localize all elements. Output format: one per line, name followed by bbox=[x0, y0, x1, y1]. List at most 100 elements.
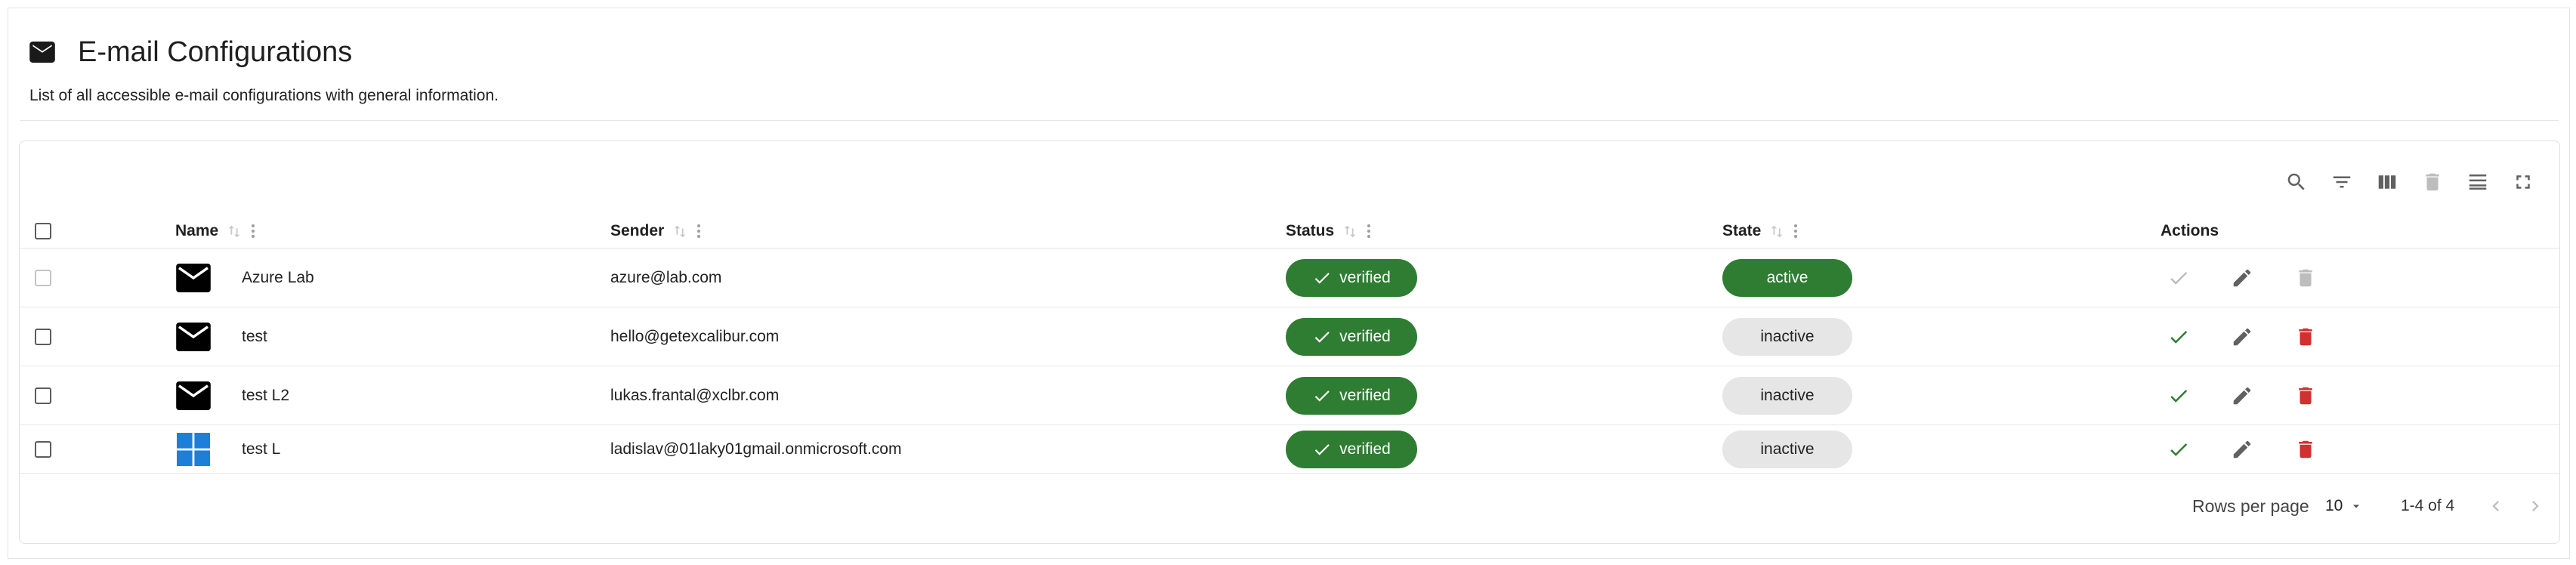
windows-icon bbox=[175, 431, 212, 468]
row-checkbox[interactable] bbox=[35, 440, 51, 458]
status-badge: verified bbox=[1286, 317, 1417, 356]
state-badge: active bbox=[1722, 258, 1852, 297]
sender-address: lukas.frantal@xclbr.com bbox=[610, 386, 780, 404]
columns-button[interactable] bbox=[2369, 164, 2405, 200]
pager-controls bbox=[2478, 488, 2553, 524]
status-badge: verified bbox=[1286, 376, 1417, 415]
delete-button[interactable] bbox=[2287, 260, 2324, 296]
column-header-state[interactable]: State bbox=[1722, 222, 1761, 240]
config-name: test L2 bbox=[242, 386, 290, 404]
column-header-sender[interactable]: Sender bbox=[610, 222, 664, 240]
edit-button[interactable] bbox=[2224, 319, 2260, 355]
sort-icon[interactable] bbox=[672, 223, 688, 239]
row-checkbox[interactable] bbox=[35, 269, 51, 286]
page-title: E-mail Configurations bbox=[78, 36, 353, 68]
rows-per-page-value: 10 bbox=[2325, 497, 2343, 514]
row-checkbox[interactable] bbox=[35, 387, 51, 404]
columns-icon bbox=[2378, 175, 2396, 189]
edit-button[interactable] bbox=[2224, 431, 2260, 468]
table-row: test hello@getexcalibur.com verified ina… bbox=[20, 307, 2559, 366]
chevron-right-icon bbox=[2532, 501, 2539, 511]
status-badge: verified bbox=[1286, 258, 1417, 297]
row-checkbox[interactable] bbox=[35, 328, 51, 345]
search-button[interactable] bbox=[2278, 164, 2315, 200]
status-label: verified bbox=[1339, 440, 1391, 458]
configurations-table: Name Sender Status State Actions Azure L… bbox=[19, 140, 2560, 544]
table-header: Name Sender Status State Actions bbox=[20, 214, 2559, 249]
activate-button[interactable] bbox=[2161, 431, 2197, 468]
check-icon bbox=[2170, 271, 2188, 285]
sort-icon[interactable] bbox=[1342, 223, 1358, 239]
column-header-actions: Actions bbox=[2161, 221, 2219, 239]
sort-icon[interactable] bbox=[1768, 223, 1785, 239]
state-badge: inactive bbox=[1722, 430, 1852, 468]
pencil-icon bbox=[2233, 328, 2251, 345]
config-name: test L bbox=[242, 440, 281, 458]
page-header: E-mail Configurations List of all access… bbox=[20, 29, 2559, 105]
title-row: E-mail Configurations bbox=[20, 29, 2559, 75]
column-menu-icon[interactable] bbox=[1366, 222, 1372, 240]
rows-per-page-label: Rows per page bbox=[2192, 496, 2309, 516]
email-configurations-page: E-mail Configurations List of all access… bbox=[8, 8, 2570, 559]
caret-down-icon bbox=[2353, 505, 2360, 508]
envelope-icon bbox=[175, 378, 212, 414]
previous-page-button[interactable] bbox=[2478, 488, 2514, 524]
status-label: verified bbox=[1339, 268, 1391, 286]
check-icon bbox=[1314, 272, 1330, 284]
edit-button[interactable] bbox=[2224, 260, 2260, 296]
check-icon bbox=[2170, 389, 2188, 403]
state-badge: inactive bbox=[1722, 376, 1852, 415]
delete-button[interactable] bbox=[2287, 319, 2324, 355]
column-menu-icon[interactable] bbox=[250, 222, 256, 240]
check-icon bbox=[2170, 443, 2188, 456]
select-all-checkbox[interactable] bbox=[35, 222, 51, 239]
activate-button[interactable] bbox=[2161, 319, 2197, 355]
sender-address: hello@getexcalibur.com bbox=[610, 327, 780, 345]
trash-icon bbox=[2299, 440, 2312, 458]
search-icon bbox=[2287, 173, 2305, 190]
delete-button[interactable] bbox=[2287, 431, 2324, 468]
trash-icon bbox=[2299, 387, 2312, 404]
next-page-button[interactable] bbox=[2517, 488, 2553, 524]
pencil-icon bbox=[2233, 440, 2251, 458]
delete-icon bbox=[2426, 173, 2439, 191]
filter-button[interactable] bbox=[2324, 164, 2360, 200]
config-name: Azure Lab bbox=[242, 268, 314, 286]
envelope-icon bbox=[29, 39, 63, 66]
table-row: test L ladislav@01laky01gmail.onmicrosof… bbox=[20, 425, 2559, 474]
status-badge: verified bbox=[1286, 430, 1417, 468]
fullscreen-button[interactable] bbox=[2505, 164, 2541, 200]
pencil-icon bbox=[2233, 387, 2251, 404]
page-subtitle: List of all accessible e-mail configurat… bbox=[29, 87, 499, 104]
state-badge: inactive bbox=[1722, 317, 1852, 356]
table-row: Azure Lab azure@lab.com verified active bbox=[20, 249, 2559, 307]
check-icon bbox=[1314, 390, 1330, 402]
activate-button[interactable] bbox=[2161, 378, 2197, 414]
column-menu-icon[interactable] bbox=[696, 222, 702, 240]
check-icon bbox=[1314, 331, 1330, 343]
bulk-delete-button[interactable] bbox=[2414, 164, 2451, 200]
density-button[interactable] bbox=[2460, 164, 2496, 200]
check-icon bbox=[2170, 330, 2188, 344]
table-pagination: Rows per page 10 1-4 of 4 bbox=[20, 474, 2559, 539]
pagination-range: 1-4 of 4 bbox=[2401, 497, 2455, 514]
trash-icon bbox=[2299, 328, 2312, 345]
envelope-icon bbox=[175, 260, 212, 296]
sort-icon[interactable] bbox=[226, 223, 242, 239]
column-menu-icon[interactable] bbox=[1793, 222, 1799, 240]
activate-button[interactable] bbox=[2161, 260, 2197, 296]
status-label: verified bbox=[1339, 327, 1391, 345]
rows-per-page-select[interactable]: 10 bbox=[2325, 474, 2364, 539]
trash-icon bbox=[2299, 269, 2312, 286]
filter-icon bbox=[2333, 176, 2351, 188]
header-divider bbox=[20, 120, 2559, 121]
edit-button[interactable] bbox=[2224, 378, 2260, 414]
pencil-icon bbox=[2233, 269, 2251, 286]
column-header-name[interactable]: Name bbox=[175, 222, 218, 240]
table-toolbar bbox=[2278, 164, 2541, 200]
status-label: verified bbox=[1339, 386, 1391, 404]
column-header-status[interactable]: Status bbox=[1286, 222, 1334, 240]
delete-button[interactable] bbox=[2287, 378, 2324, 414]
sender-address: ladislav@01laky01gmail.onmicrosoft.com bbox=[610, 440, 902, 458]
fullscreen-icon bbox=[2516, 175, 2530, 189]
